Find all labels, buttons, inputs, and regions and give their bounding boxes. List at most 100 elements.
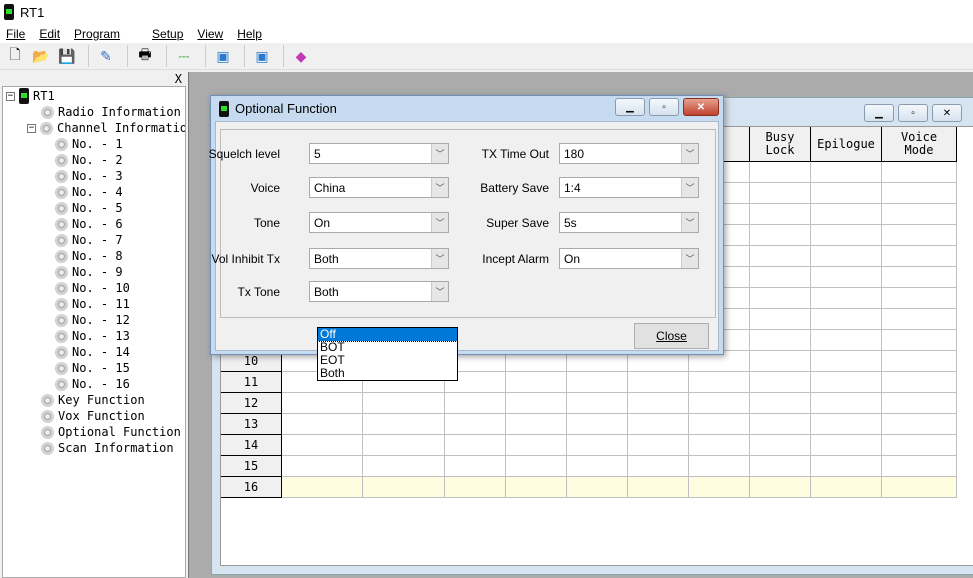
tree-item-channel[interactable]: No. - 12 xyxy=(55,312,130,328)
grid-cell[interactable] xyxy=(282,414,363,435)
grid-cell[interactable] xyxy=(628,435,689,456)
grid-cell[interactable] xyxy=(811,204,882,225)
chevron-down-icon[interactable]: ﹀ xyxy=(431,249,448,268)
row-header[interactable]: 11 xyxy=(221,372,282,393)
tree-item-channel[interactable]: No. - 3 xyxy=(55,168,123,184)
grid-cell[interactable] xyxy=(363,414,445,435)
grid-cell[interactable] xyxy=(750,372,811,393)
grid-cell[interactable] xyxy=(811,372,882,393)
port-icon[interactable]: ⎓ xyxy=(173,45,195,67)
grid-cell[interactable] xyxy=(750,204,811,225)
grid-cell[interactable] xyxy=(628,414,689,435)
menu-view[interactable]: View xyxy=(191,27,231,41)
grid-cell[interactable] xyxy=(506,435,567,456)
tree-root[interactable]: − RT1 xyxy=(6,88,55,104)
tree-item-channel[interactable]: No. - 8 xyxy=(55,248,123,264)
row-header[interactable]: 16 xyxy=(221,477,282,498)
collapse-icon[interactable]: − xyxy=(6,91,15,101)
close-button[interactable]: ✕ xyxy=(932,104,962,122)
tree-item-channel[interactable]: No. - 13 xyxy=(55,328,130,344)
menu-file[interactable]: File xyxy=(0,27,33,41)
menu-edit[interactable]: Edit xyxy=(33,27,68,41)
chevron-down-icon[interactable]: ﹀ xyxy=(681,178,698,197)
grid-cell[interactable] xyxy=(567,372,628,393)
grid-cell[interactable] xyxy=(882,330,957,351)
grid-cell[interactable] xyxy=(363,393,445,414)
row-header[interactable]: 14 xyxy=(221,435,282,456)
chevron-down-icon[interactable]: ﹀ xyxy=(681,144,698,163)
menu-setup[interactable]: Setup xyxy=(146,27,191,41)
dialog-minimize-button[interactable]: ▁ xyxy=(615,98,645,116)
grid-cell[interactable] xyxy=(628,477,689,498)
menu-program[interactable]: Program xyxy=(68,27,128,41)
grid-cell[interactable] xyxy=(750,309,811,330)
grid-cell[interactable] xyxy=(445,435,506,456)
grid-cell[interactable] xyxy=(811,246,882,267)
grid-cell[interactable] xyxy=(567,393,628,414)
grid-cell[interactable] xyxy=(363,477,445,498)
battery-save-select[interactable]: 1:4 ﹀ xyxy=(559,177,699,198)
grid-cell[interactable] xyxy=(750,225,811,246)
grid-cell[interactable] xyxy=(882,183,957,204)
tree-item-channel[interactable]: No. - 10 xyxy=(55,280,130,296)
grid-cell[interactable] xyxy=(282,435,363,456)
save-icon[interactable]: 💾 xyxy=(56,45,78,67)
grid-cell[interactable] xyxy=(628,456,689,477)
tree-item-channel[interactable]: No. - 6 xyxy=(55,216,123,232)
dialog-maximize-button[interactable]: ▫ xyxy=(649,98,679,116)
menu-help[interactable]: Help xyxy=(231,27,270,41)
grid-cell[interactable] xyxy=(628,372,689,393)
grid-cell[interactable] xyxy=(628,393,689,414)
grid-cell[interactable] xyxy=(882,246,957,267)
tree-item-channel[interactable]: No. - 4 xyxy=(55,184,123,200)
grid-cell[interactable] xyxy=(282,456,363,477)
tree-item-channel[interactable]: No. - 1 xyxy=(55,136,123,152)
chevron-down-icon[interactable]: ﹀ xyxy=(431,144,448,163)
grid-cell[interactable] xyxy=(689,393,750,414)
chevron-down-icon[interactable]: ﹀ xyxy=(681,213,698,232)
row-header[interactable]: 15 xyxy=(221,456,282,477)
grid-cell[interactable] xyxy=(567,414,628,435)
vol-inhibit-tx-select[interactable]: Both ﹀ xyxy=(309,248,449,269)
grid-cell[interactable] xyxy=(445,393,506,414)
grid-cell[interactable] xyxy=(282,477,363,498)
collapse-icon[interactable]: − xyxy=(27,123,36,133)
grid-cell[interactable] xyxy=(882,309,957,330)
grid-cell[interactable] xyxy=(445,414,506,435)
voice-select[interactable]: China ﹀ xyxy=(309,177,449,198)
grid-cell[interactable] xyxy=(750,456,811,477)
tree-item-optional-function[interactable]: Optional Function xyxy=(41,424,181,440)
maximize-button[interactable]: ▫ xyxy=(898,104,928,122)
help-book-icon[interactable]: ◆ xyxy=(290,45,312,67)
grid-cell[interactable] xyxy=(689,372,750,393)
grid-cell[interactable] xyxy=(882,372,957,393)
edit-icon[interactable]: ✎ xyxy=(95,45,117,67)
grid-cell[interactable] xyxy=(882,267,957,288)
grid-cell[interactable] xyxy=(567,435,628,456)
grid-cell[interactable] xyxy=(506,393,567,414)
grid-cell[interactable] xyxy=(882,288,957,309)
grid-cell[interactable] xyxy=(750,330,811,351)
grid-cell[interactable] xyxy=(882,393,957,414)
grid-cell[interactable] xyxy=(750,162,811,183)
tree-item-channel[interactable]: No. - 16 xyxy=(55,376,130,392)
grid-cell[interactable] xyxy=(811,183,882,204)
grid-cell[interactable] xyxy=(506,477,567,498)
grid-cell[interactable] xyxy=(882,351,957,372)
grid-cell[interactable] xyxy=(811,288,882,309)
grid-cell[interactable] xyxy=(282,393,363,414)
grid-cell[interactable] xyxy=(750,435,811,456)
grid-cell[interactable] xyxy=(445,477,506,498)
open-folder-icon[interactable]: 📂 xyxy=(30,45,52,67)
grid-cell[interactable] xyxy=(811,267,882,288)
grid-cell[interactable] xyxy=(811,351,882,372)
grid-cell[interactable] xyxy=(882,414,957,435)
panel-close-button[interactable]: X xyxy=(175,72,182,86)
grid-cell[interactable] xyxy=(882,435,957,456)
tree-item-channel[interactable]: No. - 15 xyxy=(55,360,130,376)
grid-cell[interactable] xyxy=(811,309,882,330)
tree-item-scan-information[interactable]: Scan Information xyxy=(41,440,174,456)
grid-cell[interactable] xyxy=(689,456,750,477)
print-icon[interactable]: 🖶 xyxy=(134,45,156,67)
grid-cell[interactable] xyxy=(506,414,567,435)
